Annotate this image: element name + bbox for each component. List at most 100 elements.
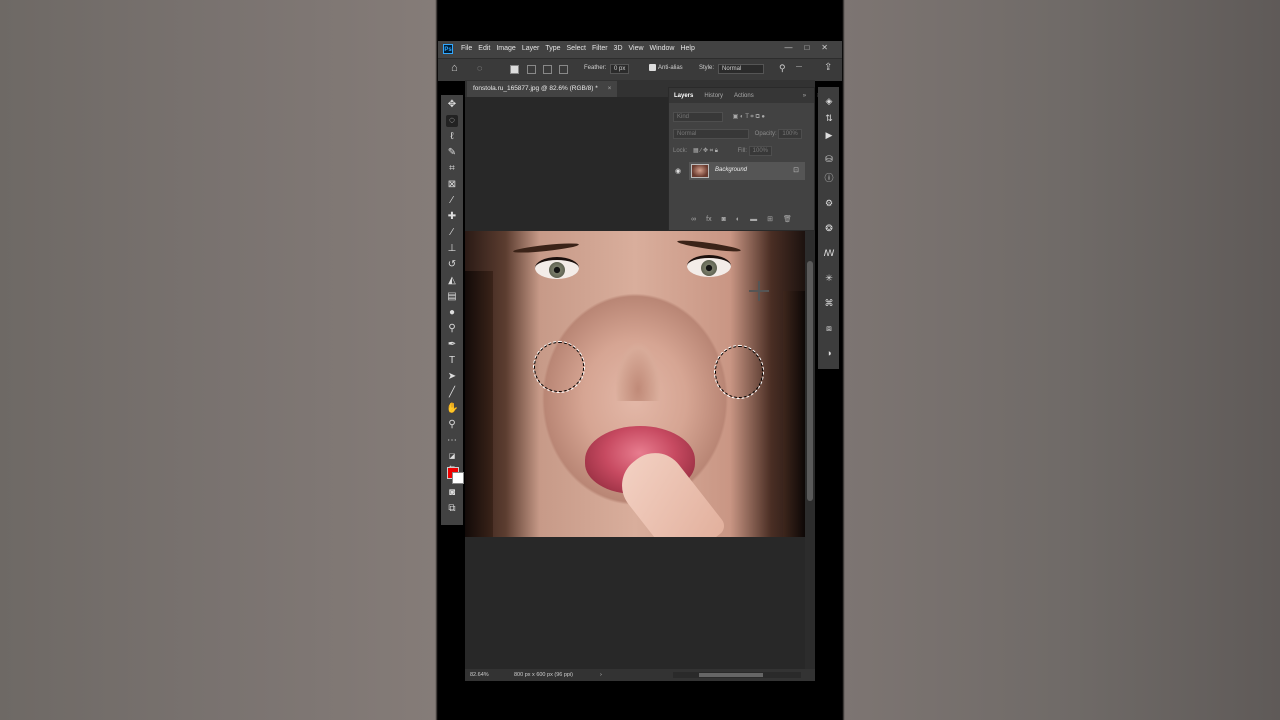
add-mask-icon[interactable]: ◙ xyxy=(722,216,726,223)
new-layer-icon[interactable]: ⊞ xyxy=(767,215,773,223)
clone-stamp-tool-icon[interactable]: ⊥ xyxy=(446,243,458,255)
feather-input[interactable]: 0 px xyxy=(610,64,630,74)
minimize-button[interactable]: — xyxy=(784,43,792,52)
quick-mask-icon[interactable]: ◙ xyxy=(446,487,458,499)
styles-panel-icon[interactable]: ◑ xyxy=(823,347,835,359)
document-tab-title: fonstola.ru_165877.jpg @ 82.6% (RGB/8) * xyxy=(473,85,598,92)
tab-actions[interactable]: Actions xyxy=(734,93,754,99)
document-tab[interactable]: fonstola.ru_165877.jpg @ 82.6% (RGB/8) *… xyxy=(467,81,618,97)
menu-help[interactable]: Help xyxy=(680,45,694,52)
feather-label: Feather: xyxy=(584,65,607,71)
info-panel-icon[interactable]: ⓘ xyxy=(823,172,835,184)
menu-filter[interactable]: Filter xyxy=(592,45,608,52)
menu-file[interactable]: File xyxy=(461,45,472,52)
tab-history[interactable]: History xyxy=(704,93,723,99)
move-tool-icon[interactable]: ✥ xyxy=(446,99,458,111)
history-brush-tool-icon[interactable]: ↺ xyxy=(446,259,458,271)
more-tools-icon[interactable]: ⋯ xyxy=(446,435,458,447)
line-tool-icon[interactable]: ╱ xyxy=(446,387,458,399)
blend-mode-select[interactable]: Normal xyxy=(673,129,749,139)
document-tab-close-icon[interactable]: × xyxy=(608,85,612,92)
glyphs-panel-icon[interactable]: ⧈ xyxy=(823,322,835,334)
fill-label: Fill: xyxy=(737,148,747,154)
eyedropper-tool-icon[interactable]: ⁄ xyxy=(446,195,458,207)
zoom-level[interactable]: 82.64% xyxy=(470,669,489,681)
add-selection-icon[interactable] xyxy=(527,65,536,74)
paths-panel-icon[interactable]: ⌘ xyxy=(823,297,835,309)
visibility-eye-icon[interactable]: ◉ xyxy=(675,167,681,175)
elliptical-marquee-tool-icon[interactable]: ◌ xyxy=(446,115,458,127)
new-group-icon[interactable]: ▬ xyxy=(750,216,757,223)
tab-layers[interactable]: Layers xyxy=(674,93,693,99)
crop-tool-icon[interactable]: ⌗ xyxy=(446,163,458,175)
hand-tool-icon[interactable]: ✋ xyxy=(446,403,458,415)
menu-view[interactable]: View xyxy=(629,45,644,52)
layer-row-background[interactable]: Background ⊡ xyxy=(689,162,805,180)
frame-tool-icon[interactable]: ⊠ xyxy=(446,179,458,191)
brushes-panel-icon[interactable]: ꟿ xyxy=(823,247,835,259)
antialias-checkbox[interactable] xyxy=(649,64,656,71)
menu-window[interactable]: Window xyxy=(650,45,675,52)
fill-input[interactable]: 100% xyxy=(748,146,772,156)
default-colors-icon[interactable]: ◪ ⇆ xyxy=(446,451,458,472)
selection-circle-left[interactable] xyxy=(533,341,585,393)
new-selection-icon[interactable] xyxy=(510,65,519,74)
filter-icons[interactable]: ▣ ◐ T ⌗ ⧉ ● xyxy=(733,114,765,120)
gradient-tool-icon[interactable]: ▤ xyxy=(446,291,458,303)
healing-brush-tool-icon[interactable]: ✚ xyxy=(446,211,458,223)
horizontal-scrollbar[interactable] xyxy=(673,672,801,678)
type-tool-icon[interactable]: T xyxy=(446,355,458,367)
channels-panel-icon[interactable]: ⇅ xyxy=(823,112,835,124)
style-label: Style: xyxy=(699,65,715,71)
panel-collapse-icon[interactable]: » xyxy=(803,93,806,99)
layer-lock-icon[interactable]: ⊡ xyxy=(793,166,799,174)
path-selection-tool-icon[interactable]: ➤ xyxy=(446,371,458,383)
menu-layer[interactable]: Layer xyxy=(522,45,540,52)
menu-select[interactable]: Select xyxy=(567,45,586,52)
properties-panel-icon[interactable]: ⚙ xyxy=(823,197,835,209)
opacity-input[interactable]: 100% xyxy=(778,129,802,139)
maximize-button[interactable]: □ xyxy=(804,43,809,52)
background-color-swatch[interactable] xyxy=(452,472,464,484)
lasso-tool-icon[interactable]: ℓ xyxy=(446,131,458,143)
subtract-selection-icon[interactable] xyxy=(543,65,552,74)
color-panel-icon[interactable]: ❂ xyxy=(823,222,835,234)
eraser-tool-icon[interactable]: ◭ xyxy=(446,275,458,287)
selection-circle-right[interactable] xyxy=(714,345,764,399)
screen-mode-icon[interactable]: ⧉ xyxy=(446,503,458,515)
search-icon[interactable]: ⚲ xyxy=(779,63,786,74)
status-arrow-icon[interactable]: › xyxy=(600,669,602,681)
fx-icon[interactable]: fx xyxy=(706,216,711,223)
style-select[interactable]: Normal xyxy=(718,64,764,74)
ellipse-marquee-icon[interactable]: ◌ xyxy=(477,63,482,73)
menu-edit[interactable]: Edit xyxy=(478,45,490,52)
play-actions-icon[interactable]: ▶ xyxy=(823,129,835,141)
libraries-panel-icon[interactable]: ⛁ xyxy=(823,153,835,165)
quick-selection-tool-icon[interactable]: ✎ xyxy=(446,147,458,159)
home-icon[interactable]: ⌂ xyxy=(451,62,458,74)
image-canvas[interactable] xyxy=(465,231,805,537)
width-field[interactable]: — xyxy=(796,64,802,70)
zoom-tool-icon[interactable]: ⚲ xyxy=(446,419,458,431)
share-icon[interactable]: ⇪ xyxy=(824,62,832,73)
menu-type[interactable]: Type xyxy=(545,45,560,52)
vertical-scrollbar[interactable] xyxy=(805,231,815,671)
lock-icons[interactable]: ▦ ∕ ✥ ⌗ 🔒︎ xyxy=(693,148,718,154)
pen-tool-icon[interactable]: ✒ xyxy=(446,339,458,351)
antialias-label: Anti-alias xyxy=(658,65,683,71)
blur-tool-icon[interactable]: ● xyxy=(446,307,458,319)
intersect-selection-icon[interactable] xyxy=(559,65,568,74)
menu-image[interactable]: Image xyxy=(496,45,515,52)
brush-tool-icon[interactable]: ∕ xyxy=(446,227,458,239)
dodge-tool-icon[interactable]: ⚲ xyxy=(446,323,458,335)
menu-3d[interactable]: 3D xyxy=(614,45,623,52)
adjustments-panel-icon[interactable]: ✳ xyxy=(823,272,835,284)
delete-layer-icon[interactable]: 🗑︎ xyxy=(783,215,792,223)
layers-panel-icon[interactable]: ◈ xyxy=(823,95,835,107)
link-layers-icon[interactable]: ∞ xyxy=(691,216,696,223)
hair-left xyxy=(465,271,493,537)
opacity-label: Opacity: xyxy=(754,131,777,137)
layer-kind-filter[interactable]: Kind xyxy=(673,112,723,122)
close-button[interactable]: ✕ xyxy=(821,43,828,52)
adjustment-layer-icon[interactable]: ◐ xyxy=(736,216,740,223)
